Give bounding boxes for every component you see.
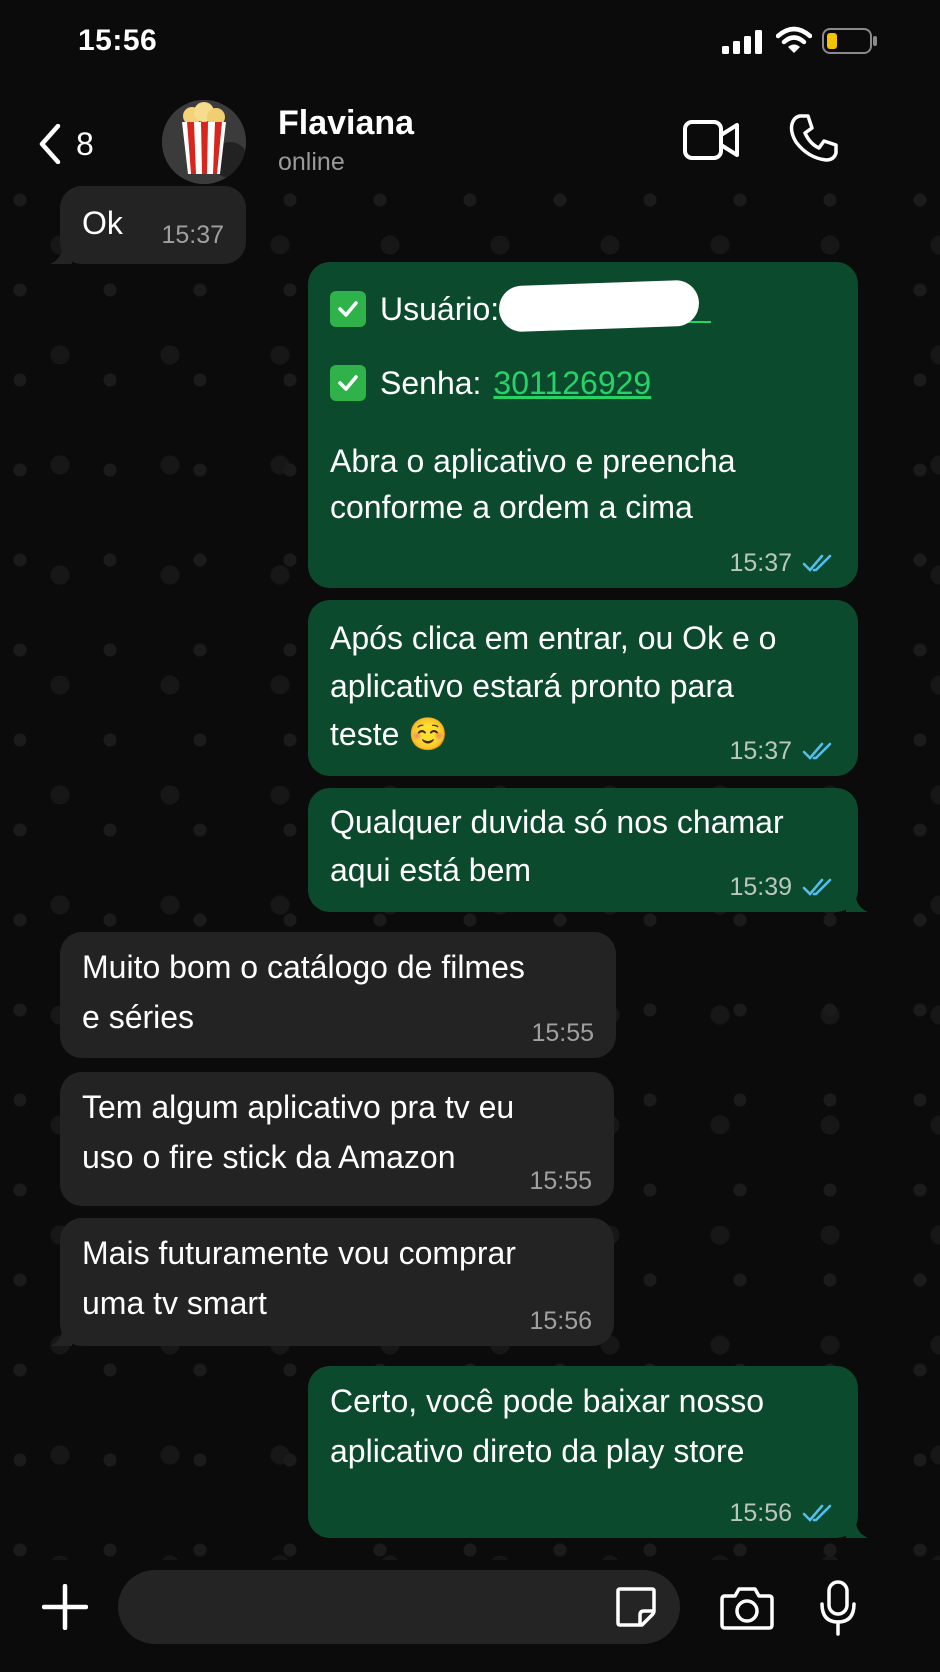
message-text: Certo, você pode baixar nosso aplicativo… — [330, 1383, 765, 1469]
message-time: 15:55 — [529, 1166, 592, 1196]
message-bubble-incoming[interactable]: Tem algum aplicativo pra tv eu uso o fir… — [60, 1072, 614, 1206]
username-label: Usuário: — [380, 291, 500, 327]
phone-icon[interactable] — [788, 112, 840, 164]
check-emoji-icon — [330, 365, 366, 401]
camera-icon[interactable] — [720, 1586, 774, 1630]
read-receipt-icon — [802, 878, 832, 896]
message-bubble-outgoing[interactable]: Qualquer duvida só nos chamar aqui está … — [308, 788, 868, 912]
message-time: 15:37 — [729, 736, 836, 766]
message-text: Muito bom o catálogo de filmes e séries — [82, 949, 525, 1035]
back-button[interactable]: 8 — [38, 116, 118, 172]
message-text: Tem algum aplicativo pra tv eu uso o fir… — [82, 1089, 515, 1175]
sticker-icon[interactable] — [614, 1585, 658, 1629]
bubble-tail — [846, 890, 868, 912]
password-label: Senha: — [380, 365, 482, 401]
username-line: Usuário: — [330, 279, 712, 334]
message-bubble-outgoing[interactable]: Após clica em entrar, ou Ok e o aplicati… — [308, 600, 858, 776]
message-timestamp: 15:55 — [531, 1019, 594, 1047]
message-input[interactable] — [118, 1570, 680, 1644]
cellular-signal-icon — [722, 30, 762, 54]
message-timestamp: 15:37 — [729, 549, 792, 577]
message-time: 15:56 — [729, 1498, 836, 1528]
message-timestamp: 15:55 — [529, 1167, 592, 1195]
message-text: Ok — [82, 205, 123, 241]
message-bubble-incoming[interactable]: Muito bom o catálogo de filmes e séries … — [60, 932, 616, 1058]
message-text: Mais futuramente vou comprar uma tv smar… — [82, 1235, 516, 1321]
read-receipt-icon — [802, 554, 832, 572]
message-time: 15:37 — [729, 548, 836, 578]
message-time: 15:39 — [729, 872, 836, 902]
bubble-tail — [50, 242, 72, 264]
message-text: Abra o aplicativo e preencha conforme a … — [330, 443, 736, 525]
back-chevron-icon — [39, 124, 61, 164]
read-receipt-icon — [802, 742, 832, 760]
message-timestamp: 15:37 — [729, 737, 792, 765]
read-receipt-icon — [802, 1504, 832, 1522]
bubble-tail — [50, 1324, 72, 1346]
microphone-icon[interactable] — [818, 1580, 858, 1636]
status-time: 15:56 — [78, 24, 158, 57]
message-timestamp: 15:56 — [729, 1499, 792, 1527]
password-link[interactable]: 301126929 — [493, 358, 651, 408]
password-line: Senha: 301126929 — [330, 358, 651, 408]
popcorn-avatar-icon — [162, 100, 246, 184]
message-bubble-incoming[interactable]: Ok 15:37 — [50, 186, 246, 264]
message-bubble-outgoing[interactable]: Certo, você pode baixar nosso aplicativo… — [308, 1366, 868, 1538]
message-text: Qualquer duvida só nos chamar aqui está … — [330, 804, 784, 888]
message-timestamp: 15:37 — [161, 221, 224, 249]
contact-name[interactable]: Flaviana — [278, 104, 414, 143]
unread-count: 8 — [76, 125, 94, 162]
message-timestamp: 15:56 — [529, 1307, 592, 1335]
message-timestamp: 15:39 — [729, 873, 792, 901]
message-text: Após clica em entrar, ou Ok e o aplicati… — [330, 620, 777, 752]
bubble-tail — [846, 1516, 868, 1538]
wifi-icon — [776, 26, 812, 53]
plus-icon[interactable] — [42, 1584, 88, 1630]
battery-icon — [822, 28, 877, 54]
message-bubble-incoming[interactable]: Mais futuramente vou comprar uma tv smar… — [50, 1218, 614, 1346]
check-emoji-icon — [330, 291, 366, 327]
contact-status: online — [278, 148, 345, 176]
video-call-icon[interactable] — [682, 116, 740, 164]
message-time: 15:37 — [161, 220, 224, 250]
message-time: 15:55 — [531, 1018, 594, 1048]
message-bubble-outgoing[interactable]: Usuário: Senha: 301126929 Abra o aplicat… — [308, 262, 858, 588]
message-time: 15:56 — [529, 1306, 592, 1336]
avatar[interactable] — [162, 100, 246, 184]
redaction-mark — [498, 279, 700, 333]
